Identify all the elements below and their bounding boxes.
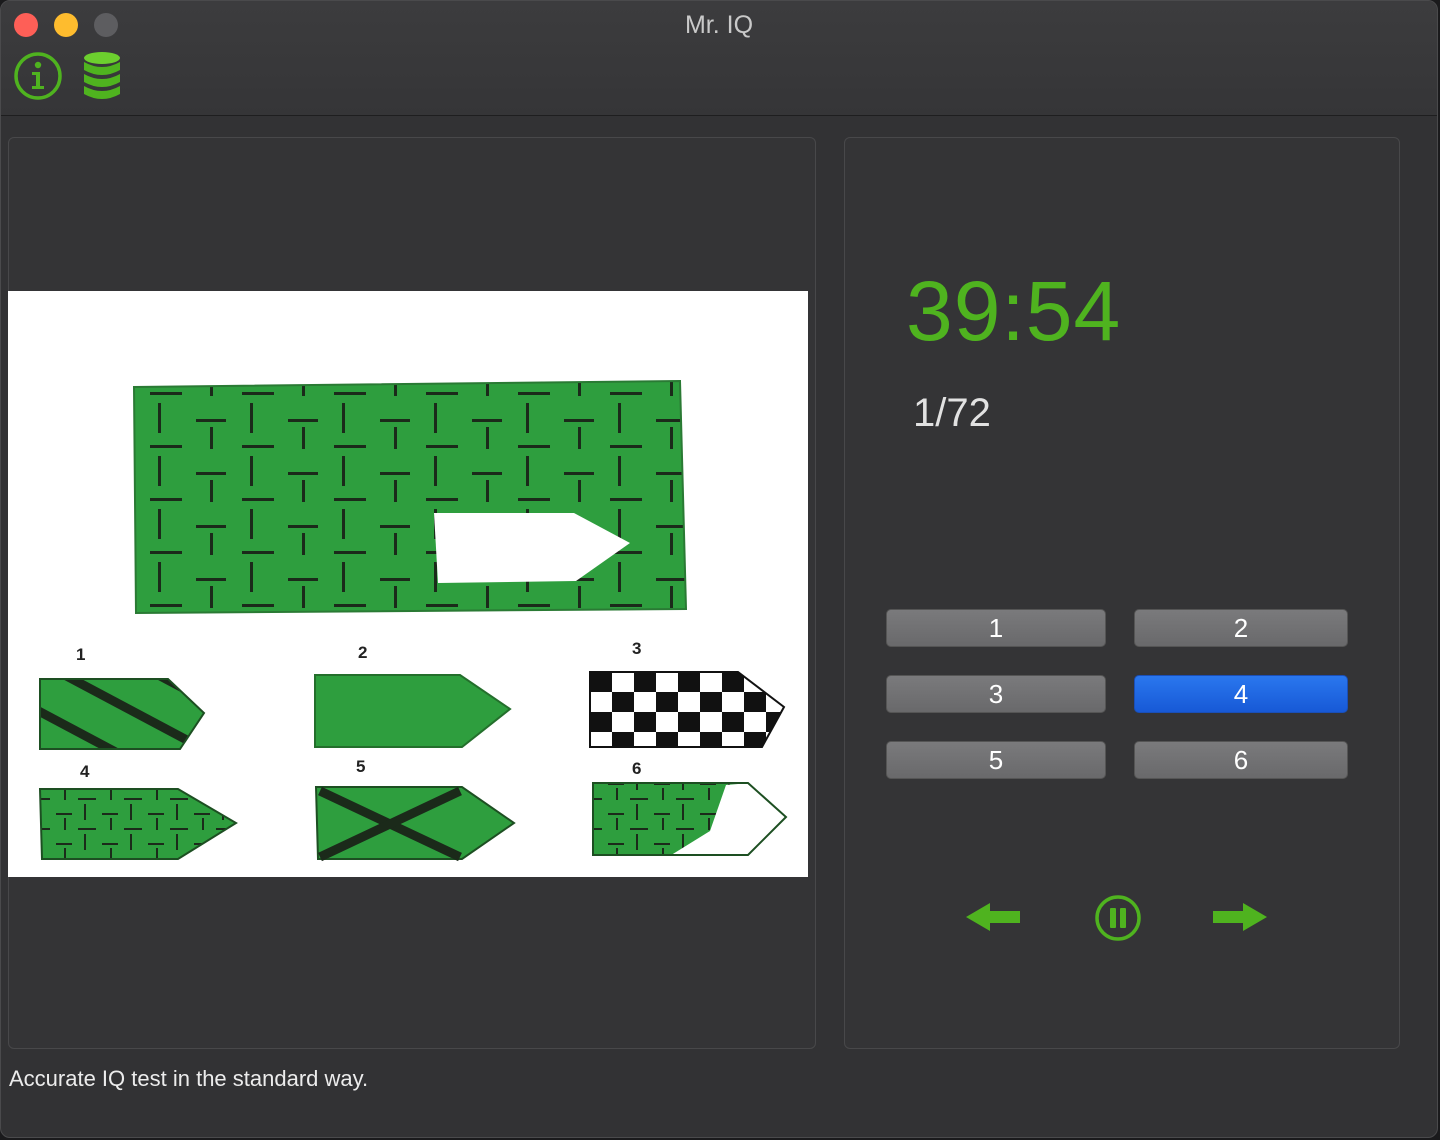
option-4-image <box>38 788 238 860</box>
option-2-image <box>314 674 512 748</box>
countdown-timer: 39:54 <box>906 264 1122 358</box>
pause-icon[interactable] <box>1094 894 1142 942</box>
database-icon[interactable] <box>79 50 125 104</box>
answer-button-2[interactable]: 2 <box>1134 609 1348 647</box>
option-3-image <box>590 672 784 747</box>
option-label-6: 6 <box>632 759 641 778</box>
option-label-1: 1 <box>76 645 85 664</box>
arrow-left-icon[interactable] <box>964 901 1024 933</box>
info-icon[interactable] <box>13 51 63 101</box>
option-1-image <box>39 678 206 750</box>
answer-button-1[interactable]: 1 <box>886 609 1106 647</box>
footer-description: Accurate IQ test in the standard way. <box>9 1066 369 1091</box>
option-label-4: 4 <box>80 762 90 781</box>
answer-button-6[interactable]: 6 <box>1134 741 1348 779</box>
window-title: Mr. IQ <box>684 11 754 39</box>
question-progress: 1/72 <box>913 391 991 435</box>
title-bar: Mr. IQ <box>1 1 1437 116</box>
answer-button-4[interactable]: 4 <box>1134 675 1348 713</box>
option-label-3: 3 <box>632 639 641 658</box>
arrow-right-icon[interactable] <box>1209 901 1269 933</box>
option-6-image <box>593 783 786 855</box>
question-image: 1 2 3 4 5 6 <box>8 291 808 877</box>
app-window: Mr. IQ 1 2 3 4 5 6 39:54 1/72 1 2 3 4 5 … <box>0 0 1438 1138</box>
answer-button-3[interactable]: 3 <box>886 675 1106 713</box>
option-label-2: 2 <box>358 643 367 662</box>
answer-button-5[interactable]: 5 <box>886 741 1106 779</box>
option-label-5: 5 <box>356 757 365 776</box>
option-5-image <box>314 786 516 862</box>
